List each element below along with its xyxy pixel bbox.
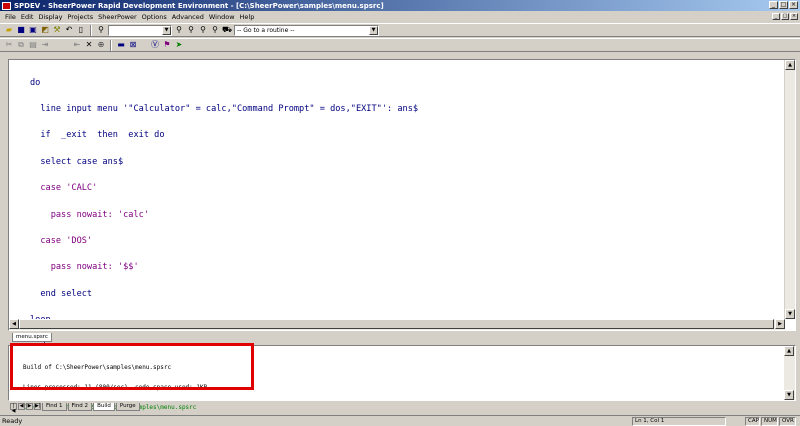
- chevron-down-icon[interactable]: ▼: [369, 25, 378, 35]
- code-editor[interactable]: do line input menu '"Calculator" = calc,…: [8, 59, 796, 351]
- menu-window[interactable]: Window: [209, 13, 235, 21]
- menu-edit[interactable]: Edit: [21, 13, 34, 21]
- menu-bar: File Edit Display Projects SheerPower Op…: [0, 11, 800, 22]
- code-line: if _exit then exit do: [30, 130, 165, 141]
- tab-build[interactable]: Build: [93, 403, 115, 411]
- console-icon[interactable]: ▬: [116, 40, 126, 50]
- scroll-right-icon[interactable]: ▶: [775, 319, 785, 329]
- find-in-files-icon[interactable]: ⚲: [198, 25, 208, 35]
- last-tab-icon[interactable]: ▶|: [34, 403, 41, 410]
- code-line: pass nowait: '$$': [30, 262, 139, 273]
- paste-icon[interactable]: ▤: [28, 40, 38, 50]
- code-line: do: [30, 77, 41, 88]
- next-tab-icon[interactable]: ▶: [26, 403, 33, 410]
- status-text: Ready: [2, 417, 23, 425]
- maximize-button[interactable]: □: [779, 1, 788, 9]
- save-icon[interactable]: ■: [16, 25, 26, 35]
- main-toolbar: ▰ ■ ▣ ◩ ⚒ ↶ ▯ ⚲ ▼ ⚲ ⚲ ⚲ ⚲ ⛟ -- Go to a r…: [0, 23, 800, 37]
- code-line: end select: [30, 288, 93, 299]
- tab-purge[interactable]: Purge: [115, 403, 140, 411]
- tab-find-1[interactable]: Find 1: [42, 403, 67, 411]
- menu-sheerpower[interactable]: SheerPower: [98, 13, 137, 21]
- menu-options[interactable]: Options: [142, 13, 167, 21]
- mdi-restore-button[interactable]: □: [781, 13, 789, 20]
- app-icon: [2, 1, 11, 10]
- new-document-icon[interactable]: ▯: [76, 25, 86, 35]
- caps-indicator: CAP: [745, 417, 760, 426]
- scroll-thumb[interactable]: [19, 319, 774, 329]
- debug-icon[interactable]: ⚑: [162, 40, 172, 50]
- menu-help[interactable]: Help: [240, 13, 255, 21]
- open-folder-icon[interactable]: ▰: [4, 25, 14, 35]
- scroll-up-icon[interactable]: ▲: [784, 346, 794, 356]
- menu-file[interactable]: File: [5, 13, 16, 21]
- num-indicator: NUM: [761, 417, 778, 426]
- replace-icon[interactable]: ⚲: [210, 25, 220, 35]
- scroll-up-icon[interactable]: ▲: [785, 60, 795, 70]
- build-icon[interactable]: ⚒: [52, 25, 62, 35]
- mdi-close-button[interactable]: ×: [790, 13, 798, 20]
- indent-icon[interactable]: ⇥: [40, 40, 50, 50]
- code-line: case 'CALC': [30, 183, 98, 194]
- scroll-down-icon[interactable]: ▼: [784, 390, 794, 400]
- status-bar: Ready Ln 1, Col 1 CAP NUM OVR: [0, 415, 800, 426]
- menu-advanced[interactable]: Advanced: [172, 13, 204, 21]
- close-button[interactable]: ×: [789, 1, 798, 9]
- code-line: line input menu '"Calculator" = calc,"Co…: [30, 103, 419, 114]
- globe-icon[interactable]: ⊕: [96, 40, 106, 50]
- tab-find-2[interactable]: Find 2: [67, 403, 93, 411]
- routine-combo-value: -- Go to a routine --: [237, 26, 295, 34]
- title-bar: SPDEV - SheerPower Rapid Development Env…: [0, 0, 800, 11]
- comment-icon[interactable]: ⇤: [72, 40, 82, 50]
- validate-icon[interactable]: Ⓥ: [150, 40, 160, 50]
- code-line: case 'DOS': [30, 235, 93, 246]
- output-tabs: |◀ ◀ ▶ ▶| Find 1 Find 2 Build Purge: [8, 403, 796, 414]
- first-tab-icon[interactable]: |◀: [10, 403, 17, 414]
- toolbar-separator: [90, 24, 92, 36]
- code-line: pass nowait: 'calc': [30, 209, 149, 220]
- output-vertical-scrollbar[interactable]: ▲ ▼: [784, 346, 795, 400]
- project-icon[interactable]: ◩: [40, 25, 50, 35]
- routine-combo[interactable]: -- Go to a routine -- ▼: [234, 24, 379, 36]
- minimize-button[interactable]: _: [769, 1, 778, 9]
- save-all-icon[interactable]: ▣: [28, 25, 38, 35]
- tab-menu-spsrc[interactable]: menu.spsrc: [12, 333, 52, 342]
- code-line: select case ans$: [30, 156, 124, 167]
- edit-toolbar: ✂ ⧉ ▤ ⇥ ⇤ ✕ ⊕ ▬ ⊠ Ⓥ ⚑ ➤: [0, 38, 800, 52]
- cut-icon[interactable]: ✂: [4, 40, 14, 50]
- uncomment-icon[interactable]: ✕: [84, 40, 94, 50]
- editor-horizontal-scrollbar[interactable]: ◀ ▶: [9, 319, 785, 330]
- find-prev-icon[interactable]: ⚲: [186, 25, 196, 35]
- find-next-icon[interactable]: ⚲: [174, 25, 184, 35]
- cursor-position: Ln 1, Col 1: [632, 417, 726, 426]
- copy-icon[interactable]: ⧉: [16, 40, 26, 50]
- editor-vertical-scrollbar[interactable]: ▲ ▼: [784, 60, 795, 319]
- window-title: SPDEV - SheerPower Rapid Development Env…: [14, 1, 384, 10]
- undo-icon[interactable]: ↶: [64, 25, 74, 35]
- find-combo[interactable]: ▼: [108, 24, 172, 36]
- highlight-box: [10, 343, 254, 390]
- menu-display[interactable]: Display: [38, 13, 62, 21]
- code-line: line input menu '"Calculator" = calc,"Co…: [30, 105, 418, 114]
- scroll-down-icon[interactable]: ▼: [785, 309, 795, 319]
- toolbar-separator: [110, 39, 112, 51]
- scroll-left-icon[interactable]: ◀: [9, 319, 19, 329]
- mdi-minimize-button[interactable]: _: [772, 13, 780, 20]
- document-tabs: menu.spsrc: [0, 333, 800, 343]
- run-icon[interactable]: ➤: [174, 40, 184, 50]
- chevron-down-icon[interactable]: ▼: [162, 25, 171, 35]
- menu-projects[interactable]: Projects: [67, 13, 93, 21]
- prev-tab-icon[interactable]: ◀: [18, 403, 25, 410]
- routine-list-icon[interactable]: ⛟: [222, 25, 232, 35]
- find-binoculars-icon[interactable]: ⚲: [96, 25, 106, 35]
- window-split-icon[interactable]: ⊠: [128, 40, 138, 50]
- ovr-indicator: OVR: [779, 417, 796, 426]
